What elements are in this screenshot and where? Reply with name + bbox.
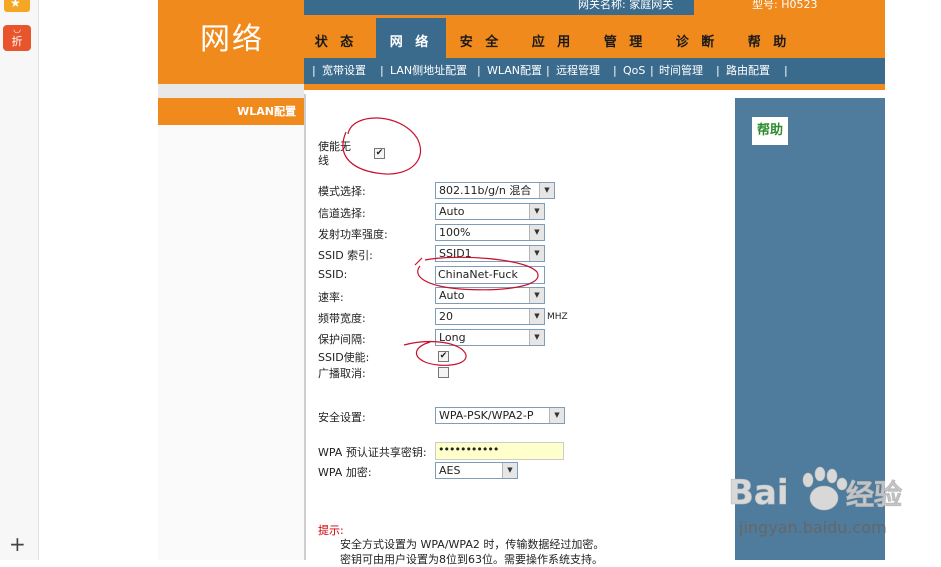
watermark-brand-2: 经验 — [846, 478, 902, 511]
watermark-brand: Bai — [728, 473, 789, 513]
paw-icon — [802, 466, 848, 511]
annotation-circle-ssid-enable — [403, 340, 467, 366]
watermark-url: jingyan.baidu.com — [739, 518, 887, 537]
annotation-circle-enable — [342, 117, 422, 175]
annotation-circle-ssid — [414, 256, 539, 291]
